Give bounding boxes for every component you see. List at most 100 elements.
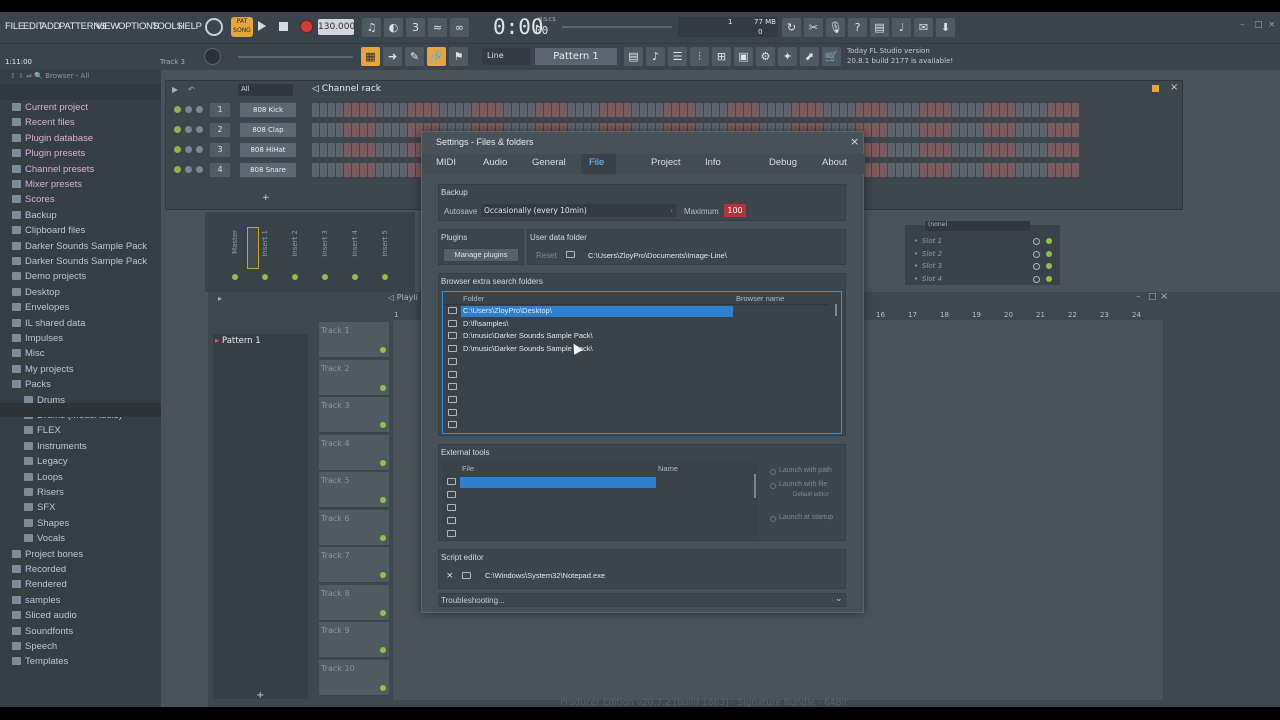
step-button[interactable] [992, 143, 999, 157]
step-button[interactable] [768, 103, 775, 117]
step-button[interactable] [424, 103, 431, 117]
step-button[interactable] [920, 103, 927, 117]
step-button[interactable] [944, 143, 951, 157]
browser-item[interactable]: FLEX [24, 425, 61, 436]
browser-item[interactable]: Misc [12, 348, 45, 359]
step-button[interactable] [432, 103, 439, 117]
cart-icon[interactable]: 🛒 [822, 47, 841, 66]
browser-item[interactable]: Clipboard files [12, 225, 85, 236]
channel-volume-knob[interactable] [196, 146, 203, 153]
step-button[interactable] [384, 103, 391, 117]
step-button[interactable] [912, 123, 919, 137]
step-button[interactable] [776, 103, 783, 117]
track-header[interactable]: Track 9 [319, 622, 389, 658]
step-button[interactable] [960, 163, 967, 177]
track-header[interactable]: Track 3 [319, 397, 389, 433]
step-button[interactable] [848, 103, 855, 117]
browser-item[interactable]: Channel presets [12, 164, 94, 175]
step-button[interactable] [880, 123, 887, 137]
step-button[interactable] [344, 103, 351, 117]
step-button[interactable] [816, 103, 823, 117]
download-icon[interactable]: ⬇ [936, 18, 955, 37]
step-button[interactable] [840, 103, 847, 117]
tab-audio[interactable]: Audio [483, 157, 507, 168]
step-button[interactable] [1032, 143, 1039, 157]
launch-file-radio[interactable] [770, 483, 776, 489]
browser-item[interactable]: Current project [12, 102, 88, 113]
playlist-minimize-icon[interactable]: – [1136, 292, 1141, 302]
step-button[interactable] [336, 123, 343, 137]
slot-preset-select[interactable]: (none) [925, 221, 1030, 231]
step-button[interactable] [1024, 143, 1031, 157]
step-button[interactable] [784, 103, 791, 117]
browser-item[interactable]: Risers [24, 487, 64, 498]
hint-knob-icon[interactable] [205, 18, 223, 36]
browser-item[interactable]: SFX [24, 502, 55, 513]
mixer-track-led[interactable] [292, 274, 298, 280]
step-button[interactable] [928, 123, 935, 137]
step-button[interactable] [480, 103, 487, 117]
troubleshooting-bar[interactable]: Troubleshooting... ⌄ [438, 593, 846, 607]
extra-folder-path[interactable]: D:\music\Darker Sounds Sample Pack\ [463, 331, 593, 340]
stamp-icon[interactable]: ⚑ [449, 47, 468, 66]
step-button[interactable] [544, 103, 551, 117]
rack-undo-icon[interactable]: ↶ [188, 85, 195, 94]
step-button[interactable] [576, 103, 583, 117]
step-button[interactable] [592, 103, 599, 117]
tab-midi[interactable]: MIDI [436, 157, 456, 168]
slot-mix-knob[interactable] [1033, 275, 1040, 283]
step-button[interactable] [400, 103, 407, 117]
step-button[interactable] [872, 103, 879, 117]
folder-icon[interactable] [448, 408, 457, 416]
step-button[interactable] [896, 103, 903, 117]
chat-icon[interactable]: ✉ [914, 18, 933, 37]
track-mute-led[interactable] [380, 572, 386, 578]
step-button[interactable] [936, 103, 943, 117]
step-button[interactable] [896, 143, 903, 157]
slot-item[interactable]: Slot 2 [922, 250, 942, 258]
step-button[interactable] [1048, 163, 1055, 177]
browser-item[interactable]: Shapes [24, 518, 69, 529]
step-button[interactable] [864, 103, 871, 117]
step-button[interactable] [648, 103, 655, 117]
tempo-display[interactable]: 130.000 [318, 19, 355, 35]
undo-history-icon[interactable]: ↻ [782, 18, 801, 37]
record-icon[interactable] [299, 19, 314, 34]
step-button[interactable] [360, 103, 367, 117]
step-button[interactable] [1040, 163, 1047, 177]
play-icon[interactable] [258, 21, 266, 31]
piano-roll-icon[interactable]: ♪ [646, 47, 665, 66]
menu-view[interactable]: VIEW [96, 21, 119, 32]
browser-item[interactable]: Recent files [12, 117, 75, 128]
step-button[interactable] [1024, 103, 1031, 117]
step-button[interactable] [984, 123, 991, 137]
channel-name-button[interactable]: 808 HiHat [240, 143, 296, 157]
step-button[interactable] [456, 103, 463, 117]
slot-enable-led[interactable] [1046, 263, 1052, 269]
step-button[interactable] [736, 103, 743, 117]
menu-help[interactable]: HELP [178, 21, 202, 32]
step-button[interactable] [1000, 163, 1007, 177]
dialog-close-icon[interactable]: × [850, 135, 859, 148]
step-button[interactable] [616, 103, 623, 117]
step-button[interactable] [504, 103, 511, 117]
folder-icon[interactable] [447, 517, 456, 524]
step-button[interactable] [632, 103, 639, 117]
step-button[interactable] [920, 143, 927, 157]
step-button[interactable] [560, 103, 567, 117]
browser-item[interactable]: Plugin presets [12, 148, 85, 159]
browser-item[interactable]: Darker Sounds Sample Pack [12, 241, 147, 252]
link-icon[interactable]: 🔗 [427, 47, 446, 66]
browser-item[interactable]: Recorded [12, 564, 66, 575]
folder-icon[interactable] [566, 251, 575, 258]
browser-item[interactable]: Project bones [12, 549, 83, 560]
pattern-select[interactable]: Pattern 1 [535, 48, 617, 65]
step-button[interactable] [944, 123, 951, 137]
track-header[interactable]: Track 2 [319, 359, 389, 396]
channel-pan-knob[interactable] [185, 106, 192, 113]
launch-startup-radio[interactable] [770, 516, 776, 522]
step-button[interactable] [1064, 163, 1071, 177]
pattern-mode-icon[interactable]: ▦ [361, 47, 380, 66]
step-button[interactable] [984, 103, 991, 117]
step-button[interactable] [1032, 123, 1039, 137]
